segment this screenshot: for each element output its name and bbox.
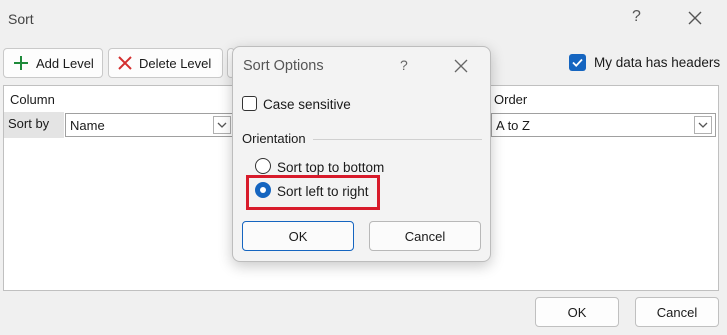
sort-by-value: Name	[70, 118, 105, 133]
my-data-headers-checkbox[interactable]	[569, 54, 586, 71]
delete-x-icon	[118, 56, 132, 70]
dialog-cancel-button[interactable]: Cancel	[369, 221, 481, 251]
add-level-button[interactable]: Add Level	[3, 48, 103, 78]
ok-button[interactable]: OK	[535, 297, 619, 327]
add-level-label: Add Level	[36, 55, 94, 71]
orientation-label: Orientation	[242, 131, 306, 146]
chevron-down-icon[interactable]	[694, 116, 712, 134]
cancel-button[interactable]: Cancel	[635, 297, 719, 327]
sort-left-to-right-radio[interactable]	[255, 182, 271, 198]
sort-options-dialog: Sort Options ? Case sensitive Orientatio…	[232, 46, 491, 262]
close-icon[interactable]	[452, 57, 470, 75]
chevron-down-icon[interactable]	[213, 116, 231, 134]
close-icon[interactable]	[684, 7, 706, 29]
sort-top-to-bottom-radio[interactable]	[255, 158, 271, 174]
title-bar: Sort ?	[0, 0, 727, 40]
help-button[interactable]: ?	[632, 8, 641, 26]
checkmark-icon	[572, 58, 583, 67]
delete-level-button[interactable]: Delete Level	[108, 48, 223, 78]
my-data-headers-label: My data has headers	[594, 55, 721, 70]
delete-level-label: Delete Level	[139, 55, 212, 71]
sort-by-column-select[interactable]: Name	[65, 113, 235, 137]
column-header: Column	[10, 92, 55, 107]
case-sensitive-checkbox[interactable]	[242, 96, 257, 111]
orientation-divider	[313, 139, 482, 140]
order-value: A to Z	[496, 118, 530, 133]
plus-icon	[14, 56, 28, 70]
dialog-ok-button[interactable]: OK	[242, 221, 354, 251]
sort-left-to-right-label: Sort left to right	[277, 184, 369, 199]
sort-by-label: Sort by	[8, 116, 50, 131]
dialog-title: Sort Options	[243, 58, 324, 74]
dialog-help-button[interactable]: ?	[400, 57, 408, 73]
window-title: Sort	[8, 11, 34, 27]
order-select[interactable]: A to Z	[491, 113, 716, 137]
case-sensitive-label: Case sensitive	[263, 97, 351, 112]
sort-top-to-bottom-label: Sort top to bottom	[277, 160, 385, 175]
order-header: Order	[494, 92, 528, 107]
